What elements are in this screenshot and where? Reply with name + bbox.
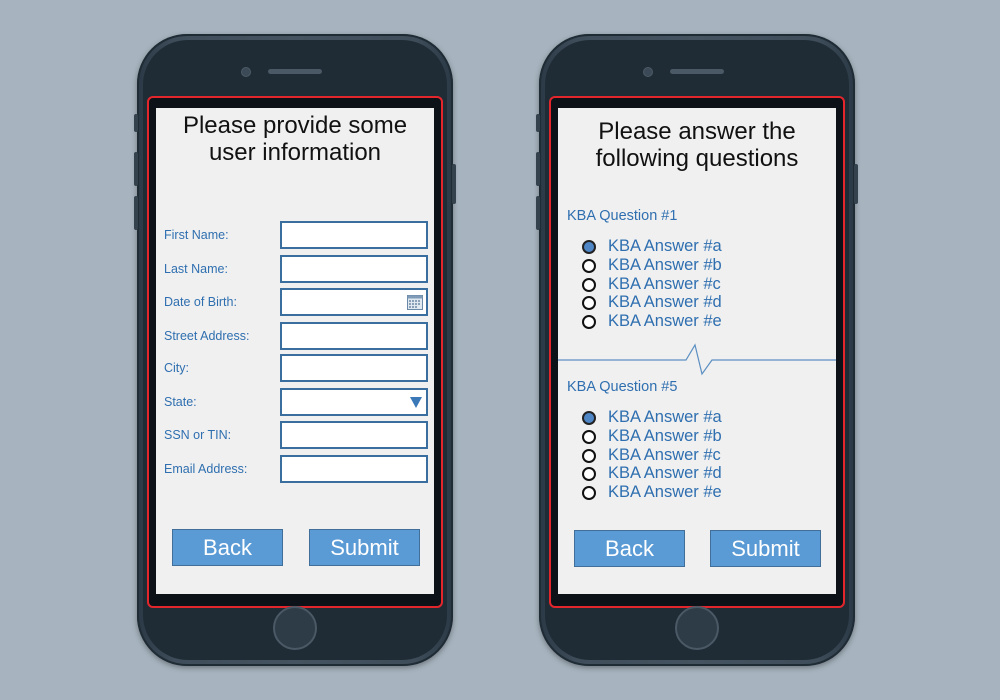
radio-icon[interactable] (582, 315, 596, 329)
user-info-screen: Please provide some user information Fir… (156, 108, 434, 594)
chevron-down-icon[interactable] (410, 397, 422, 408)
first-name-input[interactable] (280, 221, 428, 249)
question-1-answer-b[interactable]: KBA Answer #b (582, 256, 802, 275)
page-title: Please provide some user information (156, 112, 434, 166)
camera-icon (643, 67, 653, 77)
city-label: City: (164, 361, 189, 375)
phone-device-right: Please answer the following questions KB… (536, 34, 858, 666)
screen-frame: Please provide some user information Fir… (147, 96, 443, 608)
date-of-birth-row: Date of Birth: (164, 288, 428, 316)
answer-label: KBA Answer #a (608, 237, 722, 255)
title-line-2: user information (208, 139, 382, 166)
question-1-answer-a[interactable]: KBA Answer #a (582, 237, 802, 256)
radio-icon[interactable] (582, 449, 596, 463)
state-label: State: (164, 395, 197, 409)
last-name-row: Last Name: (164, 255, 428, 283)
volume-down-button (536, 196, 540, 230)
home-button (675, 606, 719, 650)
date-of-birth-label: Date of Birth: (164, 295, 237, 309)
city-input[interactable] (280, 354, 428, 382)
title-line-1: Please answer the (598, 118, 796, 145)
section-break-line (558, 343, 836, 376)
question-1-answer-e[interactable]: KBA Answer #e (582, 312, 802, 331)
volume-up-button (536, 152, 540, 186)
question-5-answer-c[interactable]: KBA Answer #c (582, 446, 802, 465)
answer-label: KBA Answer #d (608, 464, 722, 482)
answer-label: KBA Answer #a (608, 408, 722, 426)
radio-icon[interactable] (582, 486, 596, 500)
power-button (854, 164, 858, 204)
ssn-label: SSN or TIN: (164, 428, 232, 442)
answer-label: KBA Answer #e (608, 483, 722, 501)
question-5-answer-b[interactable]: KBA Answer #b (582, 427, 802, 446)
kba-questions-screen: Please answer the following questions KB… (558, 108, 836, 594)
submit-button[interactable]: Submit (309, 529, 420, 566)
last-name-input[interactable] (280, 255, 428, 283)
state-row: State: (164, 388, 428, 416)
ssn-input[interactable] (280, 421, 428, 449)
back-button[interactable]: Back (172, 529, 283, 566)
email-label: Email Address: (164, 462, 248, 476)
radio-icon[interactable] (582, 467, 596, 481)
answer-label: KBA Answer #d (608, 293, 722, 311)
screen-frame: Please answer the following questions KB… (549, 96, 845, 608)
mute-switch (536, 114, 540, 132)
title-line-1: Please provide some (182, 112, 408, 139)
mute-switch (134, 114, 138, 132)
power-button (452, 164, 456, 204)
question-1-label: KBA Question #1 (567, 208, 678, 224)
radio-icon[interactable] (582, 430, 596, 444)
email-row: Email Address: (164, 455, 428, 483)
question-5-label: KBA Question #5 (567, 379, 678, 395)
ssn-row: SSN or TIN: (164, 421, 428, 449)
radio-icon[interactable] (582, 259, 596, 273)
question-5-answer-d[interactable]: KBA Answer #d (582, 464, 802, 483)
first-name-label: First Name: (164, 228, 229, 242)
question-5-answer-e[interactable]: KBA Answer #e (582, 483, 802, 502)
phone-device-left: Please provide some user information Fir… (134, 34, 456, 666)
city-row: City: (164, 354, 428, 382)
speaker-grille (670, 69, 724, 74)
date-of-birth-input[interactable] (280, 288, 428, 316)
camera-icon (241, 67, 251, 77)
radio-icon[interactable] (582, 278, 596, 292)
title-line-2: following questions (595, 145, 799, 172)
last-name-label: Last Name: (164, 262, 228, 276)
radio-icon[interactable] (582, 296, 596, 310)
answer-label: KBA Answer #b (608, 256, 722, 274)
volume-down-button (134, 196, 138, 230)
radio-selected-icon[interactable] (582, 411, 596, 425)
submit-button[interactable]: Submit (710, 530, 821, 567)
calendar-icon[interactable] (407, 294, 423, 310)
volume-up-button (134, 152, 138, 186)
question-5-answer-a[interactable]: KBA Answer #a (582, 408, 802, 427)
home-button (273, 606, 317, 650)
answer-label: KBA Answer #c (608, 275, 721, 293)
street-address-row: Street Address: (164, 322, 428, 350)
street-address-label: Street Address: (164, 329, 250, 343)
answer-label: KBA Answer #b (608, 427, 722, 445)
state-select[interactable] (280, 388, 428, 416)
first-name-row: First Name: (164, 221, 428, 249)
question-1-answer-c[interactable]: KBA Answer #c (582, 275, 802, 294)
page-title: Please answer the following questions (558, 118, 836, 172)
answer-label: KBA Answer #c (608, 446, 721, 464)
email-input[interactable] (280, 455, 428, 483)
street-address-input[interactable] (280, 322, 428, 350)
radio-selected-icon[interactable] (582, 240, 596, 254)
question-1-answer-d[interactable]: KBA Answer #d (582, 293, 802, 312)
speaker-grille (268, 69, 322, 74)
back-button[interactable]: Back (574, 530, 685, 567)
answer-label: KBA Answer #e (608, 312, 722, 330)
